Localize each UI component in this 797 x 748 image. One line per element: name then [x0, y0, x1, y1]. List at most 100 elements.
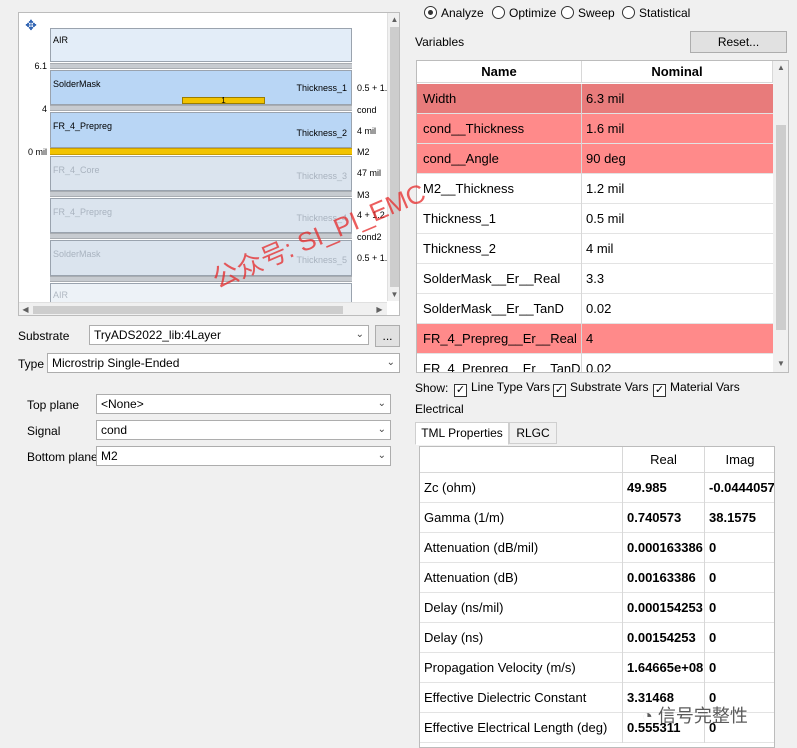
mode-analyze-radio[interactable]: Analyze: [424, 6, 484, 20]
table-row[interactable]: FR_4_Prepreg__Er__Real 4: [417, 324, 773, 354]
type-label: Type: [18, 357, 45, 371]
property-real: 0.000154253: [623, 593, 705, 623]
top-plane-select[interactable]: <None> ⌄: [96, 394, 391, 414]
radio-icon: [561, 6, 574, 19]
variable-name: cond__Thickness: [417, 114, 582, 144]
variable-value[interactable]: 0.02: [582, 354, 773, 372]
metal-top: [50, 63, 352, 69]
variable-value[interactable]: 3.3: [582, 264, 773, 294]
variables-scrollbar[interactable]: ▲ ▼: [773, 61, 788, 372]
variable-value[interactable]: 90 deg: [582, 144, 773, 174]
type-select[interactable]: Microstrip Single-Ended ⌄: [47, 353, 400, 373]
property-imag: 0: [709, 630, 717, 645]
stackup-vertical-scrollbar[interactable]: ▲ ▼: [387, 13, 399, 301]
property-imag: -0.0444057: [709, 480, 775, 495]
tab-tml-properties[interactable]: TML Properties: [415, 422, 509, 445]
variable-value[interactable]: 6.3 mil: [582, 84, 773, 114]
mode-optimize-radio[interactable]: Optimize: [492, 6, 556, 20]
scroll-thumb[interactable]: [390, 27, 399, 287]
substrate-select[interactable]: TryADS2022_lib:4Layer ⌄: [89, 325, 369, 345]
scroll-down-icon[interactable]: ▼: [388, 288, 399, 301]
scroll-up-icon[interactable]: ▲: [388, 13, 399, 26]
reset-button[interactable]: Reset...: [690, 31, 787, 53]
layer-name: SolderMask: [53, 79, 101, 89]
property-real: 1.64665e+08: [623, 653, 705, 683]
show-label: Show:: [415, 381, 449, 395]
column-header-imag[interactable]: Imag: [705, 447, 774, 473]
scroll-up-icon[interactable]: ▲: [773, 61, 788, 75]
scroll-thumb[interactable]: [776, 125, 786, 330]
variable-value[interactable]: 0.5 mil: [582, 204, 773, 234]
chevron-down-icon: ⌄: [355, 329, 364, 340]
property-name: Attenuation (dB/mil): [420, 533, 623, 563]
table-row[interactable]: cond__Angle 90 deg: [417, 144, 773, 174]
check-icon: ✓: [553, 384, 566, 397]
tab-rlgc[interactable]: RLGC: [509, 422, 557, 444]
mode-statistical-radio[interactable]: Statistical: [622, 6, 690, 20]
mode-label: Statistical: [639, 6, 691, 20]
column-header-name[interactable]: Name: [417, 61, 582, 83]
signal-label: Signal: [27, 424, 61, 438]
bottom-plane-select[interactable]: M2 ⌄: [96, 446, 391, 466]
variable-value[interactable]: 4: [582, 324, 773, 354]
variable-value[interactable]: 1.2 mil: [582, 174, 773, 204]
substrate-value: TryADS2022_lib:4Layer: [94, 328, 221, 342]
substrate-browse-button[interactable]: ...: [375, 325, 400, 347]
table-row[interactable]: FR_4_Prepreg__Er__TanD 0.02: [417, 354, 773, 372]
layer-name: SolderMask: [53, 249, 101, 259]
property-imag: 0: [709, 600, 717, 615]
side-label: M2: [357, 147, 370, 157]
property-real: 0.00163386: [623, 563, 705, 593]
layer-name: FR_4_Prepreg: [53, 121, 113, 131]
signal-select[interactable]: cond ⌄: [96, 420, 391, 440]
stackup-horizontal-scrollbar[interactable]: ◀ ▶: [19, 302, 387, 315]
property-name: Effective Dielectric Constant: [420, 683, 623, 713]
chevron-down-icon: ⌄: [377, 450, 386, 461]
scroll-right-icon[interactable]: ▶: [373, 303, 386, 315]
layer-prepreg[interactable]: FR_4_Prepreg Thickness_2: [50, 112, 352, 148]
layer-air-top[interactable]: AIR: [50, 28, 352, 62]
variable-name: M2__Thickness: [417, 174, 582, 204]
table-row[interactable]: SolderMask__Er__Real 3.3: [417, 264, 773, 294]
table-row: Zc (ohm) 49.985 -0.0444057: [420, 473, 775, 503]
metal-m2[interactable]: [50, 148, 352, 155]
mode-label: Analyze: [441, 6, 484, 20]
line-type-vars-checkbox[interactable]: ✓ Line Type Vars: [454, 380, 550, 397]
property-name: Effective Electrical Length (deg): [420, 713, 623, 743]
scroll-down-icon[interactable]: ▼: [773, 357, 788, 371]
layer-soldermask[interactable]: SolderMask Thickness_1 1: [50, 70, 352, 105]
table-row[interactable]: Thickness_2 4 mil: [417, 234, 773, 264]
variable-value[interactable]: 4 mil: [582, 234, 773, 264]
mode-label: Sweep: [578, 6, 615, 20]
column-header-nominal[interactable]: Nominal: [582, 61, 773, 83]
property-name: Attenuation (dB): [420, 563, 623, 593]
variable-value[interactable]: 0.02: [582, 294, 773, 324]
radio-icon: [492, 6, 505, 19]
scroll-thumb[interactable]: [33, 306, 343, 314]
substrate-label: Substrate: [18, 329, 70, 343]
scroll-left-icon[interactable]: ◀: [19, 303, 32, 315]
mode-sweep-radio[interactable]: Sweep: [561, 6, 615, 20]
move-icon[interactable]: ✥: [23, 17, 39, 33]
side-label: 4 mil: [357, 126, 377, 136]
table-row[interactable]: M2__Thickness 1.2 mil: [417, 174, 773, 204]
variables-title: Variables: [415, 35, 465, 49]
table-row[interactable]: cond__Thickness 1.6 mil: [417, 114, 773, 144]
side-label: cond: [357, 105, 377, 115]
substrate-vars-checkbox[interactable]: ✓ Substrate Vars: [553, 380, 648, 397]
variables-table[interactable]: Name Nominal Width 6.3 mil cond__Thicknes…: [416, 60, 789, 373]
table-row[interactable]: Width 6.3 mil: [417, 84, 773, 114]
variable-value[interactable]: 1.6 mil: [582, 114, 773, 144]
top-plane-value: <None>: [101, 397, 144, 411]
cond-trace[interactable]: 1: [182, 97, 265, 105]
column-header-real[interactable]: Real: [623, 447, 705, 473]
variable-name: FR_4_Prepreg__Er__Real: [417, 324, 582, 354]
check-icon: ✓: [454, 384, 467, 397]
table-row[interactable]: Thickness_1 0.5 mil: [417, 204, 773, 234]
material-vars-checkbox[interactable]: ✓ Material Vars: [653, 380, 740, 397]
table-row[interactable]: SolderMask__Er__TanD 0.02: [417, 294, 773, 324]
table-row: Gamma (1/m) 0.740573 38.1575: [420, 503, 774, 533]
layer-core[interactable]: FR_4_Core Thickness_3: [50, 156, 352, 191]
checkbox-label: Substrate Vars: [570, 380, 649, 394]
layer-thickness: Thickness_1: [296, 83, 347, 93]
